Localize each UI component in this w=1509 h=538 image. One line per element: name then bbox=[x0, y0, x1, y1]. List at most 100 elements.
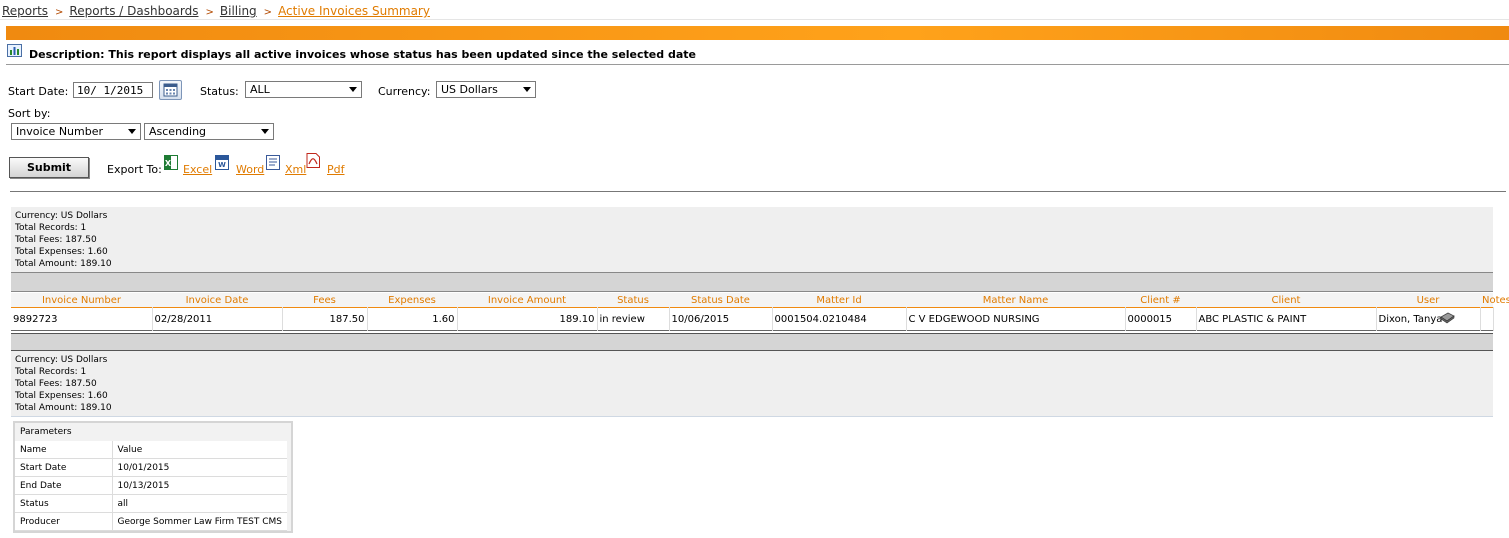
cell-client-number: 0000015 bbox=[1125, 307, 1197, 331]
parameter-row: Start Date 10/01/2015 bbox=[15, 458, 287, 477]
param-value: George Sommer Law Firm TEST CMS bbox=[112, 512, 287, 531]
param-value: 10/01/2015 bbox=[112, 458, 287, 477]
invoice-table-wrap: Invoice Number Invoice Date Fees Expense… bbox=[11, 293, 1509, 331]
export-word-link[interactable]: Word bbox=[236, 163, 264, 176]
parameters-table: Name Value Start Date 10/01/2015 End Dat… bbox=[15, 441, 287, 531]
column-header[interactable]: Client bbox=[1196, 293, 1376, 308]
column-header[interactable]: Invoice Number bbox=[11, 293, 152, 308]
band-top bbox=[11, 272, 1493, 292]
summary-expenses: Total Expenses: 1.60 bbox=[15, 247, 108, 257]
param-value: 10/13/2015 bbox=[112, 476, 287, 495]
sort-order-value: Ascending bbox=[149, 125, 207, 138]
summary-top: Currency: US Dollars Total Records: 1 To… bbox=[11, 207, 1493, 272]
param-value-header: Value bbox=[112, 441, 287, 459]
column-header[interactable]: Client # bbox=[1125, 293, 1196, 308]
column-header[interactable]: Matter Name bbox=[906, 293, 1125, 308]
currency-select-value: US Dollars bbox=[441, 83, 498, 96]
cell-invoice-date: 02/28/2011 bbox=[152, 307, 283, 331]
column-header[interactable]: Invoice Date bbox=[152, 293, 282, 308]
parameter-row: Status all bbox=[15, 494, 287, 513]
chevron-down-icon bbox=[523, 87, 531, 92]
currency-select[interactable]: US Dollars bbox=[436, 81, 536, 98]
breadcrumb-active-invoices-summary[interactable]: Active Invoices Summary bbox=[278, 4, 430, 18]
param-name: Producer bbox=[15, 512, 113, 531]
breadcrumb-divider bbox=[0, 19, 1509, 20]
cell-client: ABC PLASTIC & PAINT bbox=[1196, 307, 1377, 331]
chevron-down-icon bbox=[128, 129, 136, 134]
start-date-label: Start Date: bbox=[8, 85, 69, 98]
summary-currency: Currency: US Dollars bbox=[15, 211, 108, 221]
report-description: Description: This report displays all ac… bbox=[29, 48, 696, 61]
summary-bottom: Currency: US Dollars Total Records: 1 To… bbox=[11, 351, 1493, 417]
summary-records: Total Records: 1 bbox=[15, 223, 87, 233]
sort-by-label: Sort by: bbox=[8, 107, 51, 120]
parameters-title: Parameters bbox=[15, 423, 291, 441]
sort-field-select[interactable]: Invoice Number bbox=[11, 123, 141, 140]
band-bottom bbox=[11, 333, 1493, 351]
breadcrumb-separator: > bbox=[55, 7, 64, 18]
breadcrumb: Reports > Reports / Dashboards > Billing > Act… bbox=[2, 4, 430, 18]
column-header[interactable]: User bbox=[1376, 293, 1480, 308]
column-header[interactable]: Notes bbox=[1480, 293, 1509, 308]
status-label: Status: bbox=[200, 85, 239, 98]
param-name: Start Date bbox=[15, 458, 113, 477]
description-divider bbox=[6, 64, 1509, 65]
summary-amount: Total Amount: 189.10 bbox=[15, 259, 112, 269]
parameters-panel: Parameters Name Value Start Date 10/01/2… bbox=[13, 421, 293, 533]
cell-status-date: 10/06/2015 bbox=[669, 307, 773, 331]
sort-order-select[interactable]: Ascending bbox=[144, 123, 274, 140]
column-header[interactable]: Status Date bbox=[669, 293, 772, 308]
cell-notes bbox=[1480, 307, 1494, 331]
status-select-value: ALL bbox=[250, 83, 270, 96]
summary-expenses: Total Expenses: 1.60 bbox=[15, 391, 108, 401]
column-header[interactable]: Matter Id bbox=[772, 293, 906, 308]
breadcrumb-separator: > bbox=[263, 7, 273, 18]
chevron-down-icon bbox=[261, 129, 269, 134]
table-row: 9892723 02/28/2011 187.50 1.60 189.10 in… bbox=[11, 307, 1494, 331]
cell-expenses: 1.60 bbox=[367, 307, 458, 331]
notes-icon[interactable] bbox=[1439, 312, 1455, 324]
export-to-label: Export To: bbox=[107, 163, 162, 176]
excel-icon[interactable]: X bbox=[164, 155, 178, 170]
chevron-down-icon bbox=[349, 87, 357, 92]
summary-fees: Total Fees: 187.50 bbox=[15, 235, 97, 245]
column-header[interactable]: Invoice Amount bbox=[457, 293, 597, 308]
currency-label: Currency: bbox=[378, 85, 431, 98]
breadcrumb-reports[interactable]: Reports bbox=[2, 4, 48, 18]
parameter-row: End Date 10/13/2015 bbox=[15, 476, 287, 495]
export-excel-link[interactable]: Excel bbox=[183, 163, 212, 176]
status-select[interactable]: ALL bbox=[245, 81, 362, 98]
column-header[interactable]: Status bbox=[597, 293, 669, 308]
summary-amount: Total Amount: 189.10 bbox=[15, 403, 112, 413]
param-name-header: Name bbox=[15, 441, 113, 459]
parameters-header-row: Name Value bbox=[15, 441, 287, 459]
column-header[interactable]: Expenses bbox=[367, 293, 457, 308]
word-icon[interactable]: W bbox=[215, 155, 229, 170]
cell-invoice-amount: 189.10 bbox=[457, 307, 598, 331]
summary-currency: Currency: US Dollars bbox=[15, 355, 108, 365]
sort-field-value: Invoice Number bbox=[16, 125, 104, 138]
column-header[interactable]: Fees bbox=[282, 293, 367, 308]
param-value: all bbox=[112, 494, 287, 513]
start-date-input[interactable]: 10/ 1/2015 bbox=[73, 82, 153, 98]
cell-matter-name: C V EDGEWOOD NURSING bbox=[906, 307, 1126, 331]
svg-text:X: X bbox=[165, 159, 172, 168]
pdf-icon[interactable] bbox=[306, 153, 320, 168]
calendar-icon bbox=[163, 83, 178, 97]
xml-icon[interactable] bbox=[266, 155, 280, 170]
summary-records: Total Records: 1 bbox=[15, 367, 87, 377]
title-banner bbox=[6, 26, 1509, 40]
export-pdf-link[interactable]: Pdf bbox=[327, 163, 345, 176]
breadcrumb-billing[interactable]: Billing bbox=[220, 4, 257, 18]
cell-matter-id: 0001504.0210484 bbox=[772, 307, 907, 331]
cell-user: Dixon, Tanya bbox=[1376, 307, 1481, 331]
table-header-row: Invoice Number Invoice Date Fees Expense… bbox=[11, 293, 1509, 308]
param-name: End Date bbox=[15, 476, 113, 495]
cell-fees: 187.50 bbox=[282, 307, 368, 331]
export-xml-link[interactable]: Xml bbox=[285, 163, 306, 176]
cell-status: in review bbox=[597, 307, 670, 331]
cell-invoice-number: 9892723 bbox=[11, 307, 153, 331]
breadcrumb-reports-dashboards[interactable]: Reports / Dashboards bbox=[69, 4, 198, 18]
calendar-button[interactable] bbox=[159, 80, 182, 100]
submit-button[interactable]: Submit bbox=[9, 157, 89, 178]
